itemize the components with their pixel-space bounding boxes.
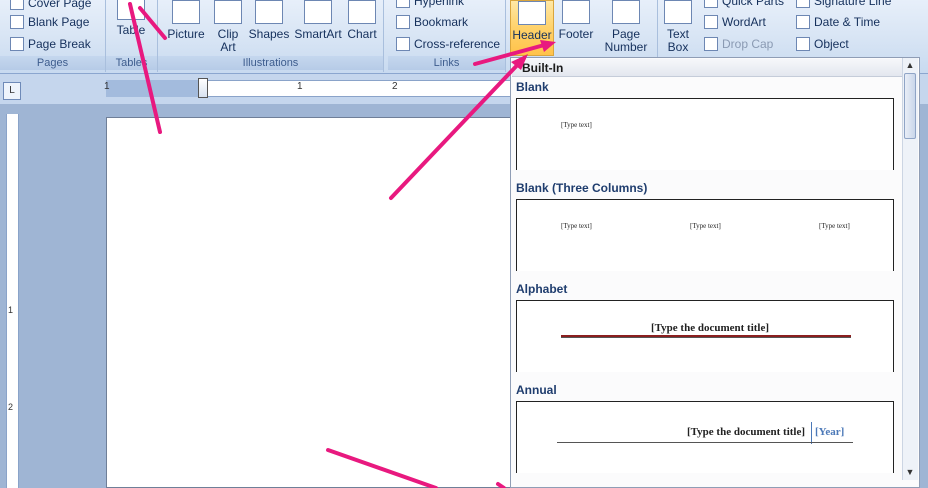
wordart-button[interactable]: WordArt: [704, 13, 766, 31]
header-button[interactable]: Header: [510, 0, 554, 56]
tables-group: Table Tables: [106, 0, 158, 72]
document-page[interactable]: [106, 117, 512, 488]
date-time-icon: [796, 15, 810, 29]
signature-line-icon: [796, 0, 810, 8]
header-icon: [518, 1, 546, 25]
links-group-label: Links: [388, 56, 505, 70]
smartart-icon: [304, 0, 332, 24]
scroll-down-arrow-icon[interactable]: ▼: [905, 467, 915, 477]
thumb-document-title: [Type the document title]: [651, 322, 770, 334]
tab-stop-selector[interactable]: L: [3, 82, 21, 100]
signature-line-button[interactable]: Signature Line: [796, 0, 891, 10]
footer-button[interactable]: Footer: [554, 0, 598, 56]
page-number-button[interactable]: Page Number: [598, 0, 654, 56]
object-button[interactable]: Object: [796, 35, 849, 53]
cross-reference-button[interactable]: Cross-reference: [396, 35, 500, 53]
pages-group-label: Pages: [0, 56, 105, 70]
cover-page-button[interactable]: Cover Page: [10, 0, 91, 12]
bookmark-button[interactable]: Bookmark: [396, 13, 468, 31]
vertical-ruler-number: 1: [8, 305, 14, 315]
page-number-icon: [612, 0, 640, 24]
hyperlink-button[interactable]: Hyperlink: [396, 0, 464, 10]
shapes-button[interactable]: Shapes: [246, 0, 292, 56]
drop-cap-button[interactable]: Drop Cap: [704, 35, 773, 53]
ruler-number: 1: [104, 81, 110, 92]
page-break-button[interactable]: Page Break: [10, 35, 91, 53]
hyperlink-icon: [396, 0, 410, 8]
thumb-document-title: [Type the document title]: [687, 426, 806, 438]
quick-parts-icon: [704, 0, 718, 8]
gallery-item-title: Blank: [516, 80, 549, 94]
thumb-separator: [811, 422, 812, 444]
thumb-title-rule: [557, 442, 853, 443]
table-button[interactable]: Table: [106, 0, 156, 52]
clip-art-button[interactable]: Clip Art: [210, 0, 246, 56]
thumb-placeholder-text: [Type text]: [561, 222, 592, 230]
wordart-icon: [704, 15, 718, 29]
shapes-icon: [255, 0, 283, 24]
scroll-up-arrow-icon[interactable]: ▲: [905, 60, 915, 70]
pages-group: Cover Page Blank Page Page Break Pages: [0, 0, 106, 72]
gallery-item-title: Annual: [516, 383, 557, 397]
scrollbar-thumb[interactable]: [904, 73, 916, 139]
tables-group-label: Tables: [106, 56, 157, 70]
picture-icon: [172, 0, 200, 24]
quick-parts-button[interactable]: Quick Parts: [704, 0, 784, 10]
gallery-item-title: Alphabet: [516, 282, 568, 296]
vertical-ruler[interactable]: [6, 114, 19, 488]
illustrations-group-label: Illustrations: [158, 56, 383, 70]
thumb-placeholder-text: [Type text]: [819, 222, 850, 230]
page-break-icon: [10, 37, 24, 51]
ruler-margin-area: [106, 80, 202, 97]
thumb-placeholder-text: [Type text]: [690, 222, 721, 230]
object-icon: [796, 37, 810, 51]
bookmark-icon: [396, 15, 410, 29]
footer-icon: [562, 0, 590, 24]
table-icon: [117, 0, 145, 20]
thumb-placeholder-text: [Type text]: [561, 121, 592, 129]
thumb-title-rule: [561, 335, 851, 338]
clip-art-icon: [214, 0, 242, 24]
drop-cap-icon: [704, 37, 718, 51]
gallery-item-blank-three-columns[interactable]: [Type text] [Type text] [Type text]: [516, 199, 894, 271]
indent-marker[interactable]: [198, 78, 208, 98]
gallery-item-alphabet[interactable]: [Type the document title]: [516, 300, 894, 372]
illustrations-group: Picture Clip Art Shapes SmartArt Chart I…: [158, 0, 384, 72]
cover-page-icon: [10, 0, 24, 10]
thumb-year: [Year]: [815, 426, 845, 438]
picture-button[interactable]: Picture: [162, 0, 210, 56]
chart-icon: [348, 0, 376, 24]
blank-page-button[interactable]: Blank Page: [10, 13, 89, 31]
gallery-item-blank[interactable]: [Type text]: [516, 98, 894, 170]
links-group: Hyperlink Bookmark Cross-reference Links: [388, 0, 506, 72]
gallery-section-header: Built-In: [512, 59, 902, 77]
smartart-button[interactable]: SmartArt: [292, 0, 344, 56]
blank-page-icon: [10, 15, 24, 29]
vertical-ruler-number: 2: [8, 402, 14, 412]
text-box-button[interactable]: Text Box: [658, 0, 698, 56]
date-time-button[interactable]: Date & Time: [796, 13, 880, 31]
text-box-icon: [664, 0, 692, 24]
ruler-number: 2: [392, 81, 398, 92]
gallery-item-title: Blank (Three Columns): [516, 181, 648, 195]
gallery-item-annual[interactable]: [Type the document title] [Year]: [516, 401, 894, 473]
cross-reference-icon: [396, 37, 410, 51]
chart-button[interactable]: Chart: [344, 0, 380, 56]
ruler-number: 1: [297, 81, 303, 92]
